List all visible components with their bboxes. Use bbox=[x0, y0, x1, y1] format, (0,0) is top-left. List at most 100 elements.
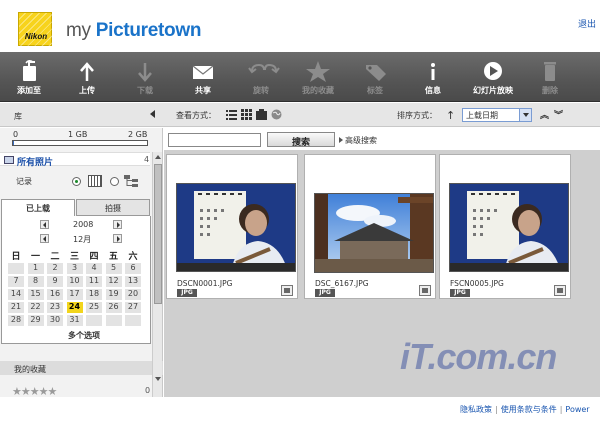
advanced-search-link[interactable]: 高级搜索 bbox=[339, 135, 377, 146]
calendar-day[interactable]: 16 bbox=[47, 289, 63, 300]
sort-ascending-icon[interactable]: ↑ bbox=[446, 109, 455, 122]
calendar-day[interactable]: 2 bbox=[47, 263, 63, 274]
advanced-search-label: 高级搜索 bbox=[345, 136, 377, 145]
sidebar-scrollbar[interactable] bbox=[152, 152, 162, 397]
brand-title: my Picturetown bbox=[66, 20, 201, 42]
add-to-label: 添加至 bbox=[17, 86, 41, 95]
search-button[interactable]: 搜索 bbox=[267, 132, 335, 148]
slideshow-button[interactable]: 幻灯片放映 bbox=[464, 52, 522, 102]
calendar-day[interactable]: 30 bbox=[47, 315, 63, 326]
calendar-day[interactable]: 19 bbox=[105, 289, 122, 300]
multi-select-link[interactable]: 多个选项 bbox=[68, 330, 100, 341]
photo-detail-icon[interactable] bbox=[554, 285, 566, 296]
prev-month-button[interactable] bbox=[40, 234, 49, 243]
download-button[interactable]: 下载 bbox=[122, 52, 168, 102]
calendar-day[interactable]: 10 bbox=[66, 276, 83, 287]
list-view-icon[interactable] bbox=[226, 109, 237, 120]
calendar-day[interactable]: 13 bbox=[125, 276, 141, 287]
logout-link[interactable]: 退出 bbox=[578, 17, 596, 30]
calendar-day[interactable]: 11 bbox=[86, 276, 102, 287]
calendar-day[interactable]: 20 bbox=[125, 289, 141, 300]
tag-button[interactable]: 标签 bbox=[352, 52, 398, 102]
calendar-day[interactable]: 27 bbox=[125, 302, 141, 313]
nikon-logo[interactable]: Nikon bbox=[18, 12, 53, 47]
calendar-day[interactable]: 4 bbox=[86, 263, 102, 274]
calendar-day[interactable]: 7 bbox=[8, 276, 24, 287]
calendar-day[interactable]: 8 bbox=[27, 276, 44, 287]
chevron-double-up-icon[interactable]: ︽ bbox=[540, 108, 549, 121]
calendar-day[interactable]: 28 bbox=[8, 315, 24, 326]
calendar-day[interactable]: 22 bbox=[27, 302, 44, 313]
rotate-icon bbox=[246, 59, 280, 83]
calendar-day[interactable]: 5 bbox=[105, 263, 122, 274]
search-input[interactable] bbox=[168, 133, 261, 147]
favorite-button[interactable]: 我的收藏 bbox=[294, 52, 342, 102]
calendar-day[interactable]: 29 bbox=[27, 315, 44, 326]
sub-toolbar: 库 查看方式： 排序方式： ↑ 上载日期 ︽ ︾ bbox=[0, 103, 600, 127]
calendar-day[interactable]: 21 bbox=[8, 302, 24, 313]
calendar-day[interactable]: 23 bbox=[47, 302, 63, 313]
calendar-icon bbox=[88, 175, 102, 187]
calendar-day[interactable]: 18 bbox=[86, 289, 102, 300]
calendar-day[interactable]: 25 bbox=[86, 302, 102, 313]
info-button[interactable]: 信息 bbox=[410, 52, 456, 102]
collapse-library-icon[interactable] bbox=[150, 110, 155, 118]
privacy-link[interactable]: 隐私政策 bbox=[460, 405, 492, 414]
file-type-badge: JPG bbox=[315, 289, 335, 297]
sort-select[interactable]: 上载日期 bbox=[462, 108, 532, 122]
calendar-day[interactable]: 3 bbox=[66, 263, 83, 274]
calendar-empty-cell bbox=[105, 315, 122, 326]
logo-stripes bbox=[19, 13, 53, 47]
chevron-double-down-icon[interactable]: ︾ bbox=[554, 108, 563, 121]
calendar-day[interactable]: 24 bbox=[66, 302, 83, 313]
photo-card[interactable]: DSCN0001.JPG JPG bbox=[166, 154, 298, 299]
chevron-down-icon[interactable] bbox=[519, 109, 531, 121]
favorites-header: 我的收藏 bbox=[0, 361, 163, 375]
photo-thumbnail[interactable] bbox=[449, 183, 569, 272]
share-button[interactable]: 共享 bbox=[180, 52, 226, 102]
scroll-down-icon[interactable] bbox=[154, 375, 162, 383]
calendar-mode-radio[interactable] bbox=[72, 177, 81, 186]
scroll-thumb[interactable] bbox=[154, 164, 162, 304]
upload-button[interactable]: 上传 bbox=[64, 52, 110, 102]
prev-year-button[interactable] bbox=[40, 220, 49, 229]
grid-view-icon[interactable] bbox=[241, 109, 252, 120]
add-to-button[interactable]: 添加至 bbox=[6, 52, 52, 102]
all-photos-item[interactable]: 所有照片 4 bbox=[0, 152, 150, 168]
all-photos-count: 4 bbox=[144, 155, 150, 164]
terms-link[interactable]: 使用条款与条件 bbox=[501, 405, 557, 414]
photo-card[interactable]: DSC_6167.JPG JPG bbox=[304, 154, 436, 299]
calendar-day[interactable]: 15 bbox=[27, 289, 44, 300]
calendar-day[interactable]: 1 bbox=[27, 263, 44, 274]
calendar-day[interactable]: 14 bbox=[8, 289, 24, 300]
tab-captured[interactable]: 拍摄 bbox=[76, 199, 150, 216]
calendar-day[interactable]: 9 bbox=[47, 276, 63, 287]
tag-label: 标签 bbox=[367, 86, 383, 95]
picturetown-page: Nikon my Picturetown 退出 添加至 上传 下载 共享 旋转 … bbox=[0, 0, 600, 426]
calendar-day[interactable]: 12 bbox=[105, 276, 122, 287]
calendar-day[interactable]: 31 bbox=[66, 315, 83, 326]
photo-thumbnail[interactable] bbox=[176, 183, 296, 272]
large-view-icon[interactable] bbox=[256, 109, 267, 120]
next-month-button[interactable] bbox=[113, 234, 122, 243]
calendar-day[interactable]: 26 bbox=[105, 302, 122, 313]
photo-thumbnail[interactable] bbox=[314, 193, 434, 273]
next-year-button[interactable] bbox=[113, 220, 122, 229]
calendar-empty-cell bbox=[8, 263, 24, 274]
photo-filename: FSCN0005.JPG bbox=[450, 279, 504, 288]
calendar-day[interactable]: 17 bbox=[66, 289, 83, 300]
map-view-icon[interactable] bbox=[271, 109, 282, 120]
photo-detail-icon[interactable] bbox=[419, 285, 431, 296]
tab-uploaded[interactable]: 已上载 bbox=[1, 199, 75, 216]
calendar: 2008 12月 日一二三四五六 1 2 3 4 5 6 7 8 9 10 11 12 13 14 15 16 1… bbox=[1, 216, 151, 344]
photo-detail-icon[interactable] bbox=[281, 285, 293, 296]
folder-mode-radio[interactable] bbox=[110, 177, 119, 186]
weekday-header: 三 bbox=[69, 252, 79, 262]
view-mode-label: 查看方式： bbox=[176, 111, 216, 120]
photo-card[interactable]: FSCN0005.JPG JPG bbox=[439, 154, 571, 299]
calendar-day[interactable]: 6 bbox=[125, 263, 141, 274]
delete-button[interactable]: 删除 bbox=[530, 52, 570, 102]
rotate-button[interactable]: 旋转 bbox=[236, 52, 286, 102]
scroll-up-icon[interactable] bbox=[154, 153, 162, 161]
storage-max-label: 2 GB bbox=[128, 130, 148, 139]
